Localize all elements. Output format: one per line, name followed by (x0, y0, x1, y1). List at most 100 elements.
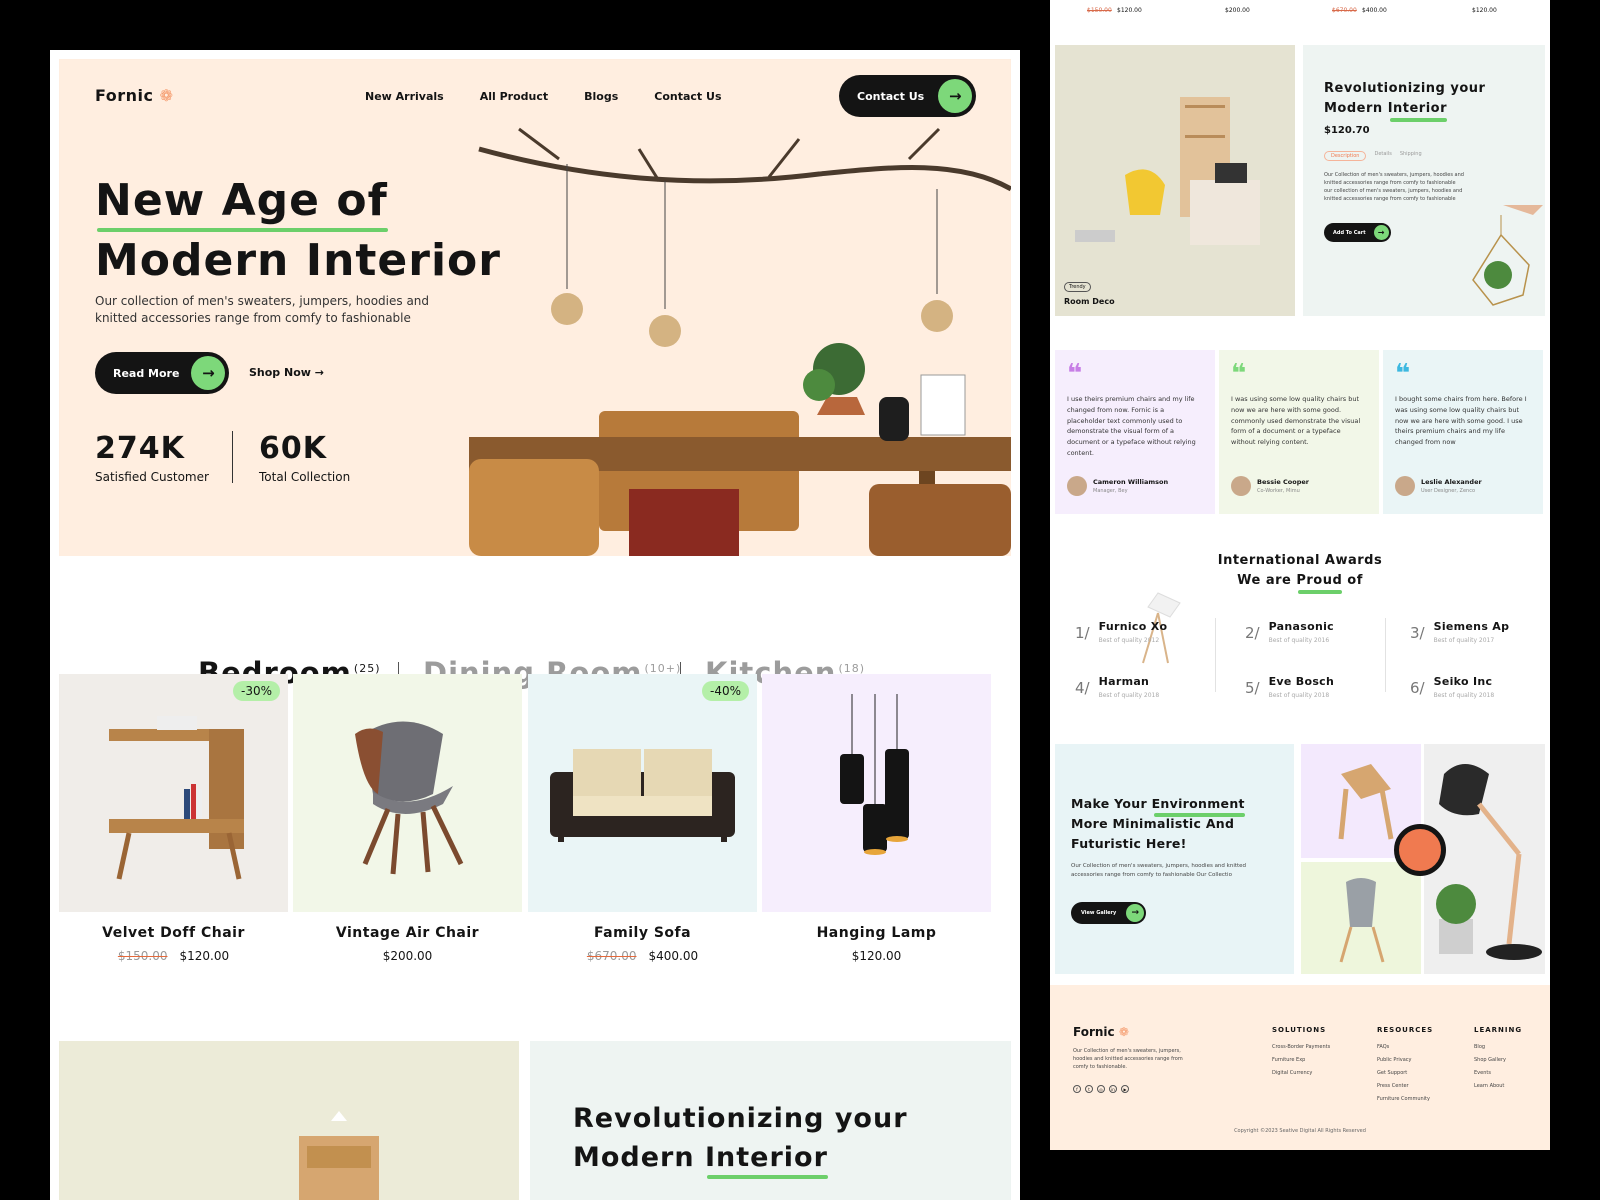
testimonial-text: I use theirs premium chairs and my life … (1067, 395, 1196, 457)
award-desc: Best of quality 2018 (1268, 692, 1330, 699)
footer-link[interactable]: Get Support (1377, 1067, 1433, 1080)
old-price: $670.00 (1332, 7, 1357, 14)
footer-link[interactable]: Events (1474, 1067, 1522, 1080)
footer-link[interactable]: Furniture Exp (1272, 1054, 1330, 1067)
award-name: Furnico Xo (1098, 620, 1168, 633)
tab-details[interactable]: Details (1374, 151, 1391, 161)
footer-logo[interactable]: Fornic ❁ (1073, 1025, 1129, 1039)
product-detail-card: Revolutionizing your Modern Interior $12… (1303, 45, 1545, 316)
award-desc: Best of quality 2018 (1098, 692, 1160, 699)
detail-tabs: Description Details Shipping (1324, 151, 1422, 161)
author-role: Co-Worker, Mimu (1257, 488, 1300, 494)
footer-link[interactable]: Press Center (1377, 1080, 1433, 1093)
award-item: 4/Harman Best of quality 2018 (1075, 675, 1159, 699)
copyright-text: Copyright ©2023 Seative Digital All Righ… (1234, 1128, 1366, 1134)
product-image (550, 749, 735, 842)
product-card-hanging-lamp[interactable] (762, 674, 991, 912)
footer-link[interactable]: Blog (1474, 1041, 1522, 1054)
flower-icon: ❁ (1118, 1025, 1129, 1039)
author-name: Leslie Alexander (1421, 478, 1482, 486)
stat-label: Satisfied Customer (95, 470, 209, 484)
award-desc: Best of quality 2017 (1433, 637, 1495, 644)
detail-price: $120.70 (1324, 125, 1370, 136)
product-price-row: $150.00 $120.00 $200.00 $670.00 $400.00 … (1050, 0, 1550, 20)
twitter-icon[interactable]: t (1085, 1085, 1093, 1093)
feature-title: Revolutionizing your Modern Interior (573, 1099, 908, 1177)
footer-link[interactable]: FAQs (1377, 1041, 1433, 1054)
award-name: Seiko Inc (1433, 675, 1493, 688)
stat-value: 60K (259, 431, 327, 466)
room-deco-title: Room Deco (1064, 297, 1115, 306)
arrow-right-icon: → (191, 356, 226, 390)
product-card-family-sofa[interactable]: -40% (528, 674, 757, 912)
view-gallery-button[interactable]: View Gallery → (1071, 902, 1147, 924)
gallery-promo-desc: Our Collection of men's sweaters, jumper… (1071, 863, 1247, 878)
current-price: $200.00 (1225, 7, 1250, 14)
shop-now-link[interactable]: Shop Now → (249, 366, 324, 379)
award-name: Eve Bosch (1268, 675, 1335, 688)
hero-subtitle: Our collection of men's sweaters, jumper… (95, 294, 430, 325)
hero-section: Fornic ❁ New Arrivals All Product Blogs … (59, 59, 1011, 556)
stat-satisfied-customer: 274K Satisfied Customer (95, 431, 209, 484)
product-name: Family Sofa (593, 925, 692, 941)
footer-link[interactable]: Digital Currency (1272, 1067, 1330, 1080)
add-to-cart-button[interactable]: Add To Cart → (1324, 223, 1391, 242)
landing-page-main: Fornic ❁ New Arrivals All Product Blogs … (50, 50, 1020, 1200)
hanging-plant-image (1472, 205, 1543, 306)
product-price: $670.00 $400.00 (528, 949, 757, 963)
nav-item-new-arrivals[interactable]: New Arrivals (365, 90, 444, 103)
add-to-cart-label: Add To Cart (1333, 229, 1366, 236)
author-role: Manager, Bey (1093, 488, 1128, 494)
quote-icon: ❝ (1395, 359, 1411, 389)
footer-column-solutions: SOLUTIONS Cross-Border Payments Furnitur… (1272, 1026, 1330, 1080)
home-badge-icon (1394, 824, 1446, 876)
brand-logo[interactable]: Fornic ❁ (95, 86, 174, 105)
product-card-vintage-air-chair[interactable] (293, 674, 522, 912)
footer-column-resources: RESOURCES FAQs Public Privacy Get Suppor… (1377, 1026, 1433, 1106)
footer-link[interactable]: Shop Gallery (1474, 1054, 1522, 1067)
arrow-right-icon: → (938, 79, 973, 113)
award-index: 6/ (1410, 679, 1425, 697)
award-index: 2/ (1245, 624, 1260, 642)
gallery-promo: Make Your Environment More Minimalistic … (1055, 744, 1294, 974)
footer-link[interactable]: Cross-Border Payments (1272, 1041, 1330, 1054)
feature-title-line1: Revolutionizing your (573, 1103, 908, 1134)
contact-us-label: Contact Us (857, 89, 925, 103)
product-name: Vintage Air Chair (335, 925, 480, 941)
room-deco-image (1075, 97, 1260, 245)
award-name: Siemens Ap (1433, 620, 1510, 633)
room-deco-card[interactable]: Trendy Room Deco (1055, 45, 1295, 316)
nav-item-blogs[interactable]: Blogs (584, 90, 618, 103)
award-item: 3/Siemens Ap Best of quality 2017 (1410, 620, 1509, 644)
facebook-icon[interactable]: f (1073, 1085, 1081, 1093)
nav-item-all-product[interactable]: All Product (480, 90, 548, 103)
award-desc: Best of quality 2016 (1268, 637, 1330, 644)
detail-description: Our Collection of men's sweaters, jumper… (1324, 172, 1464, 202)
current-price: $400.00 (1362, 7, 1387, 14)
award-index: 4/ (1075, 679, 1090, 697)
testimonial-card: ❝ I was using some low quality chairs bu… (1219, 350, 1379, 514)
nav-item-contact-us[interactable]: Contact Us (654, 90, 721, 103)
stat-total-collection: 60K Total Collection (259, 431, 350, 484)
product-price: $120.00 (762, 949, 991, 963)
arrow-right-icon: → (1126, 904, 1145, 922)
youtube-icon[interactable]: ▶ (1121, 1085, 1129, 1093)
tab-shipping[interactable]: Shipping (1400, 151, 1422, 161)
footer-link[interactable]: Furniture Community (1377, 1093, 1433, 1106)
award-item: 6/Seiko Inc Best of quality 2018 (1410, 675, 1494, 699)
gallery-promo-title: Make Your Environment More Minimalistic … (1071, 794, 1245, 854)
awards-title-line1: International Awards (1217, 553, 1383, 568)
footer-link[interactable]: Public Privacy (1377, 1054, 1433, 1067)
product-image (355, 721, 464, 875)
tab-description[interactable]: Description (1324, 151, 1367, 161)
award-item: 2/Panasonic Best of quality 2016 (1245, 620, 1334, 644)
read-more-button[interactable]: Read More → (95, 352, 230, 394)
product-card-velvet-doff-chair[interactable]: -30% (59, 674, 288, 912)
footer-link[interactable]: Learn About (1474, 1080, 1522, 1093)
stat-value: 274K (95, 431, 185, 466)
instagram-icon[interactable]: ◎ (1097, 1085, 1105, 1093)
contact-us-button[interactable]: Contact Us → (839, 75, 977, 117)
gallery-promo-underlined: Environment (1151, 796, 1245, 811)
linkedin-icon[interactable]: in (1109, 1085, 1117, 1093)
old-price: $670.00 (586, 949, 637, 963)
